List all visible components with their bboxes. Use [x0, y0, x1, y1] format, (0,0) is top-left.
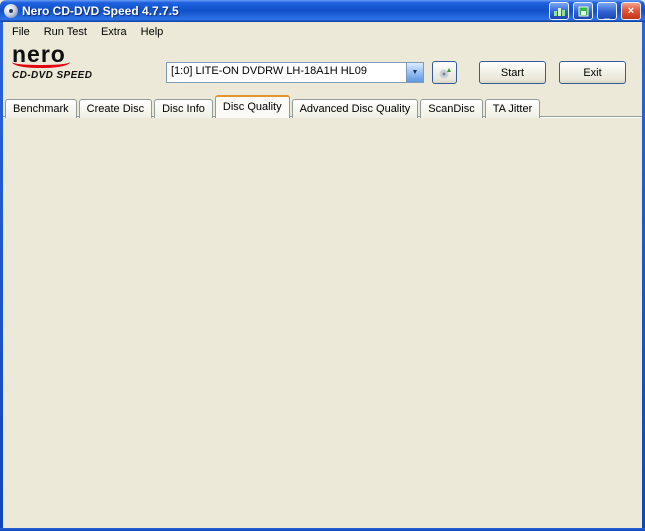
menu-file[interactable]: File [5, 24, 37, 40]
app-window: Nero CD-DVD Speed 4.7.7.5 _ × FileRun Te… [0, 0, 645, 531]
save-screenshot-button[interactable] [573, 2, 593, 20]
menu-bar: FileRun TestExtraHelp [3, 22, 642, 41]
title-bar: Nero CD-DVD Speed 4.7.7.5 _ × [0, 0, 645, 22]
menu-help[interactable]: Help [134, 24, 171, 40]
bar-chart-icon [553, 6, 565, 16]
window-border-left [0, 22, 3, 531]
chevron-down-icon[interactable]: ▼ [406, 63, 423, 82]
tab-ta-jitter[interactable]: TA Jitter [485, 99, 541, 118]
tab-scandisc[interactable]: ScanDisc [420, 99, 482, 118]
chart-capture-button[interactable] [549, 2, 569, 20]
eject-disc-icon [437, 66, 452, 79]
menu-extra[interactable]: Extra [94, 24, 134, 40]
save-icon [578, 6, 589, 17]
eject-button[interactable] [432, 61, 457, 84]
tab-disc-info[interactable]: Disc Info [154, 99, 213, 118]
minimize-icon: _ [604, 9, 610, 20]
exit-button[interactable]: Exit [559, 61, 626, 84]
drive-select[interactable]: [1:0] LITE-ON DVDRW LH-18A1H HL09 ▼ [166, 62, 424, 83]
logo-product-text: CD-DVD SPEED [12, 70, 162, 81]
tab-benchmark[interactable]: Benchmark [5, 99, 77, 118]
tab-advanced-disc-quality[interactable]: Advanced Disc Quality [292, 99, 419, 118]
minimize-button[interactable]: _ [597, 2, 617, 20]
tab-create-disc[interactable]: Create Disc [79, 99, 152, 118]
nero-logo: nero CD-DVD SPEED [12, 44, 162, 81]
start-button[interactable]: Start [479, 61, 546, 84]
close-button[interactable]: × [621, 2, 641, 20]
menu-run-test[interactable]: Run Test [37, 24, 94, 40]
window-title: Nero CD-DVD Speed 4.7.7.5 [22, 4, 545, 18]
close-icon: × [628, 5, 634, 17]
tab-disc-quality[interactable]: Disc Quality [215, 95, 290, 118]
tab-strip: BenchmarkCreate DiscDisc InfoDisc Qualit… [5, 96, 542, 118]
disc-quality-tab-page [3, 117, 642, 528]
app-icon [4, 4, 18, 18]
logo-brand-text: nero [12, 44, 162, 65]
drive-select-value: [1:0] LITE-ON DVDRW LH-18A1H HL09 [167, 63, 406, 82]
